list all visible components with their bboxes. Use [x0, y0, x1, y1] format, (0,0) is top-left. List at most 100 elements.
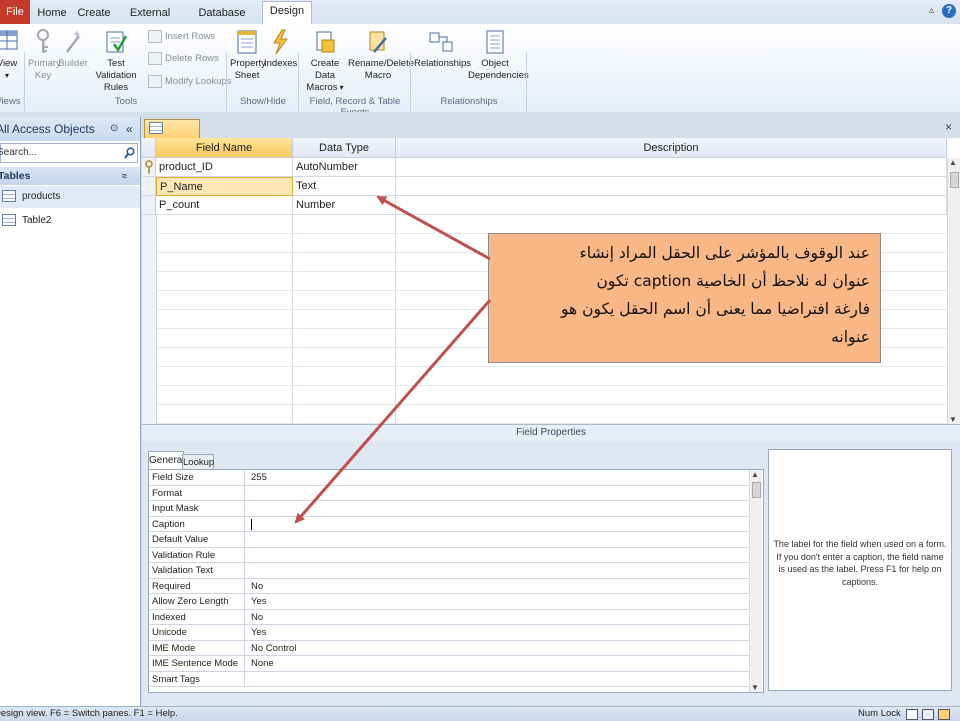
- property-value[interactable]: No: [249, 579, 751, 594]
- object-dependencies-button[interactable]: Object Dependencies: [468, 28, 529, 82]
- scroll-down-icon[interactable]: ▼: [949, 415, 957, 424]
- tab-file[interactable]: File: [0, 0, 30, 24]
- column-header-field-name[interactable]: Field Name: [156, 138, 293, 158]
- property-row[interactable]: Allow Zero Length Yes: [149, 594, 749, 610]
- divider: [292, 215, 293, 424]
- scroll-down-icon[interactable]: ▼: [751, 683, 759, 692]
- data-type-cell[interactable]: Number: [293, 196, 396, 215]
- scroll-up-icon[interactable]: ▲: [949, 158, 957, 167]
- property-label: Caption: [149, 516, 245, 531]
- help-icon[interactable]: ?: [942, 4, 956, 18]
- shutter-bar-close-icon[interactable]: «: [126, 117, 133, 141]
- datasheet-view-icon[interactable]: [906, 709, 918, 720]
- property-value[interactable]: [249, 672, 751, 687]
- property-row[interactable]: IME Mode No Control: [149, 640, 751, 656]
- property-row[interactable]: Unicode Compression Yes: [149, 625, 751, 653]
- scroll-thumb[interactable]: [950, 172, 959, 188]
- indexes-label: Indexes: [264, 58, 298, 69]
- property-row[interactable]: Validation Text: [149, 563, 749, 579]
- create-data-macros-button[interactable]: Create Data Macros ▾: [302, 28, 348, 94]
- property-value[interactable]: 255: [249, 470, 751, 485]
- collapse-group-icon[interactable]: ≈: [122, 167, 127, 185]
- property-sheet-button[interactable]: Property Sheet: [230, 28, 266, 82]
- description-cell[interactable]: [396, 196, 947, 215]
- property-value[interactable]: [249, 501, 751, 516]
- field-name-cell[interactable]: P_count: [156, 196, 293, 215]
- table-icon: [2, 214, 16, 227]
- property-row[interactable]: Format: [149, 485, 751, 501]
- delete-rows-button[interactable]: Delete Rows: [148, 50, 219, 68]
- data-type-cell[interactable]: AutoNumber: [293, 158, 396, 177]
- property-value[interactable]: Yes: [249, 594, 751, 609]
- delete-rows-icon: [148, 51, 162, 65]
- checklist-icon: [106, 31, 128, 53]
- property-row[interactable]: Smart Tags: [149, 671, 751, 687]
- document-tabs: products ×: [142, 117, 960, 152]
- property-row[interactable]: Validation Rule: [149, 547, 751, 563]
- property-value[interactable]: None: [249, 656, 751, 671]
- property-value[interactable]: [249, 517, 751, 532]
- row-selector-column: [142, 215, 157, 424]
- primary-key-button[interactable]: Primary Key: [28, 28, 61, 82]
- nav-group-tables[interactable]: Tables ≈: [0, 167, 140, 185]
- property-row[interactable]: IME Sentence Mode None: [149, 656, 749, 672]
- nav-search-box[interactable]: Search...: [0, 143, 138, 163]
- property-value[interactable]: Yes: [249, 625, 751, 640]
- grid-scrollbar[interactable]: ▲ ▼: [947, 158, 960, 424]
- property-value[interactable]: [249, 486, 751, 501]
- property-row[interactable]: Field Size 255: [149, 470, 749, 486]
- minimize-ribbon-icon[interactable]: ▵: [929, 5, 934, 16]
- scroll-thumb[interactable]: [752, 482, 761, 498]
- relationships-button[interactable]: Relationships: [414, 28, 471, 70]
- row-selector[interactable]: [142, 196, 156, 215]
- property-row[interactable]: Required No: [149, 578, 751, 594]
- nav-search-input[interactable]: Search...: [0, 144, 37, 162]
- document-tab-products[interactable]: products: [144, 119, 200, 152]
- nav-item-table2[interactable]: Table2: [0, 210, 140, 232]
- tab-general[interactable]: General: [148, 451, 185, 470]
- property-row[interactable]: Default Value: [149, 532, 749, 548]
- nav-menu-icon[interactable]: ⊙: [110, 117, 118, 141]
- description-cell[interactable]: [396, 177, 947, 196]
- relationships-icon: [429, 32, 453, 52]
- nav-header[interactable]: All Access Objects ⊙ «: [0, 117, 140, 141]
- property-row[interactable]: Caption: [149, 516, 751, 532]
- tab-lookup[interactable]: Lookup: [182, 454, 214, 470]
- tab-design[interactable]: Design: [262, 1, 312, 24]
- tab-create[interactable]: Create: [76, 4, 112, 22]
- builder-button[interactable]: Builder: [58, 28, 88, 70]
- property-row[interactable]: Input Mask: [149, 501, 749, 517]
- column-header-description[interactable]: Description: [396, 138, 947, 158]
- tab-database-tools[interactable]: Database Tools: [188, 4, 256, 37]
- search-icon[interactable]: [124, 147, 135, 159]
- close-document-icon[interactable]: ×: [945, 120, 952, 134]
- view-button[interactable]: View▾: [0, 28, 20, 82]
- data-type-cell[interactable]: Text: [293, 177, 396, 196]
- description-cell[interactable]: [396, 158, 947, 177]
- field-name-cell-selected[interactable]: P_Name: [156, 177, 293, 196]
- property-value[interactable]: [249, 548, 751, 563]
- property-sheet-icon: [237, 30, 257, 54]
- rename-delete-macro-button[interactable]: Rename/Delete Macro: [348, 28, 414, 82]
- property-value[interactable]: [249, 563, 751, 578]
- property-scrollbar[interactable]: ▲ ▼: [749, 470, 762, 692]
- property-value[interactable]: [249, 532, 751, 547]
- field-name-cell[interactable]: product_ID: [156, 158, 293, 177]
- pivot-view-icon[interactable]: [922, 709, 934, 720]
- column-header-data-type[interactable]: Data Type: [293, 138, 396, 158]
- modify-lookups-label: Modify Lookups: [165, 76, 232, 87]
- row-selector[interactable]: [142, 158, 156, 177]
- modify-lookups-button[interactable]: Modify Lookups: [148, 73, 232, 91]
- tab-home[interactable]: Home: [36, 4, 68, 22]
- property-value[interactable]: No: [249, 610, 751, 625]
- row-selector[interactable]: [142, 177, 156, 196]
- insert-rows-button[interactable]: Insert Rows: [148, 28, 215, 46]
- indexes-button[interactable]: Indexes: [264, 28, 298, 70]
- design-view-icon[interactable]: [938, 709, 950, 720]
- test-validation-rules-button[interactable]: Test Validation Rules: [88, 28, 144, 94]
- nav-item-products[interactable]: products: [0, 186, 140, 208]
- tab-external-data[interactable]: External Data: [120, 4, 180, 37]
- property-row[interactable]: Indexed No: [149, 609, 751, 625]
- scroll-up-icon[interactable]: ▲: [751, 470, 759, 479]
- property-value[interactable]: No Control: [249, 641, 751, 656]
